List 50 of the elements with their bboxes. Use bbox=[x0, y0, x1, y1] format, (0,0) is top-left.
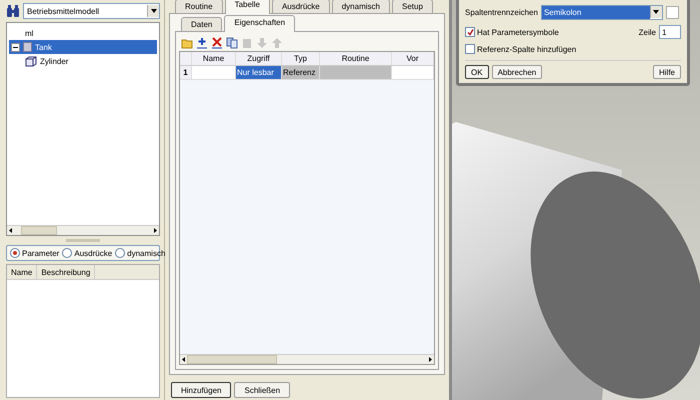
table-cell[interactable]: Nur lesbar bbox=[236, 66, 282, 79]
radio-option[interactable]: Parameter bbox=[10, 248, 60, 258]
tab[interactable]: Routine bbox=[175, 0, 223, 13]
delete-icon[interactable] bbox=[211, 36, 223, 48]
checkbox[interactable]: Hat Parametersymbole bbox=[465, 27, 559, 37]
dialog-button[interactable]: Hinzufügen bbox=[171, 382, 232, 398]
row-spinner[interactable]: 1 bbox=[659, 25, 681, 39]
dialog-button[interactable]: OK bbox=[465, 65, 489, 79]
column-header[interactable]: Typ bbox=[282, 52, 320, 65]
tab[interactable]: Ausdrücke bbox=[272, 0, 330, 13]
column-header[interactable]: Name bbox=[7, 265, 38, 279]
dialog-button[interactable]: Schließen bbox=[234, 382, 290, 398]
radio-option[interactable]: dynamisch bbox=[115, 248, 166, 258]
tab[interactable]: Eigenschaften bbox=[224, 15, 296, 32]
row-number: 1 bbox=[180, 66, 192, 79]
tree-item[interactable]: Zylinder bbox=[23, 54, 157, 68]
field-label: Zeile bbox=[638, 28, 656, 36]
cube-icon bbox=[25, 56, 37, 66]
arrow-left-icon[interactable] bbox=[7, 227, 14, 234]
checkbox[interactable]: Referenz-Spalte hinzufügen bbox=[465, 44, 576, 54]
plus-icon[interactable] bbox=[196, 36, 208, 48]
color-swatch[interactable] bbox=[666, 6, 679, 19]
horizontal-scrollbar[interactable] bbox=[180, 354, 434, 364]
arrow-right-icon[interactable] bbox=[152, 227, 159, 234]
folder-icon[interactable] bbox=[181, 36, 193, 48]
tree-item[interactable]: Tank bbox=[9, 40, 157, 54]
tree-root[interactable]: ml bbox=[9, 26, 157, 40]
dialog-button[interactable]: Abbrechen bbox=[492, 65, 542, 79]
dialog-button[interactable]: Hilfe bbox=[652, 65, 681, 79]
horizontal-scrollbar[interactable] bbox=[7, 225, 159, 235]
model-select[interactable]: Betriebsmittelmodell bbox=[23, 3, 160, 19]
column-header[interactable]: Vor bbox=[392, 52, 434, 65]
arrow-left-icon[interactable] bbox=[180, 356, 187, 363]
radio-option[interactable]: Ausdrücke bbox=[62, 248, 112, 258]
box-icon bbox=[23, 42, 32, 52]
separator-select[interactable]: Semikolon bbox=[540, 5, 663, 20]
column-header[interactable]: Beschreibung bbox=[37, 265, 96, 279]
tab[interactable]: Tabelle bbox=[224, 0, 270, 14]
copy-icon[interactable] bbox=[226, 36, 238, 48]
collapse-icon[interactable] bbox=[11, 42, 20, 52]
binoculars-icon[interactable] bbox=[6, 4, 20, 18]
tab[interactable]: Daten bbox=[181, 17, 222, 31]
column-header[interactable]: Routine bbox=[320, 52, 392, 65]
column-header[interactable]: Name bbox=[192, 52, 236, 65]
column-header[interactable]: Zugriff bbox=[236, 52, 282, 65]
arrow-right-icon[interactable] bbox=[427, 356, 434, 363]
tab[interactable]: dynamisch bbox=[332, 0, 390, 13]
checkmark-icon bbox=[466, 28, 474, 36]
tab[interactable]: Setup bbox=[392, 0, 433, 13]
field-label: Spaltentrennzeichen bbox=[465, 8, 538, 17]
